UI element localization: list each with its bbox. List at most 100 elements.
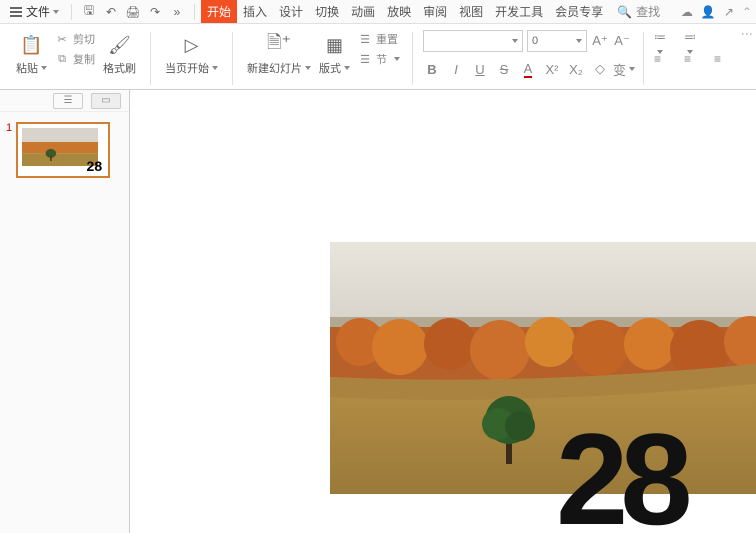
format-painter-label: 格式刷 — [103, 60, 136, 76]
font-color-button[interactable]: A — [519, 60, 537, 78]
search-box[interactable]: 🔍 查找 — [617, 3, 660, 20]
underline-button[interactable]: U — [471, 60, 489, 78]
from-current-button[interactable]: ▷ 当页开始 — [161, 30, 222, 78]
paste-label: 粘贴 — [16, 60, 38, 76]
new-slide-button[interactable]: 🗎⁺ 新建幻灯片 — [243, 30, 315, 78]
tab-start[interactable]: 开始 — [201, 0, 237, 23]
menubar: 文件 🖫 ↶ 🖨 ↷ » 开始 插入 设计 切换 动画 放映 审阅 视图 开发工… — [0, 0, 756, 24]
separator — [194, 4, 195, 20]
chevron-down-icon — [394, 57, 400, 61]
layout-icon: ▦ — [326, 32, 343, 58]
thumbnail-view-toggle[interactable]: ▭ — [91, 93, 121, 109]
chevron-down-icon — [512, 39, 518, 43]
tab-devtools[interactable]: 开发工具 — [489, 0, 549, 23]
ribbon-tabs: 开始 插入 设计 切换 动画 放映 审阅 视图 开发工具 会员专享 — [201, 0, 609, 23]
tab-insert[interactable]: 插入 — [237, 0, 273, 23]
font-name-combo[interactable] — [423, 30, 523, 52]
file-menu-label: 文件 — [26, 3, 50, 20]
change-case-button[interactable]: 变 — [615, 60, 633, 78]
section-button[interactable]: ☰节 — [356, 50, 402, 68]
thumbnail-text: 28 — [87, 158, 103, 174]
chevron-down-icon — [344, 66, 350, 70]
superscript-button[interactable]: X² — [543, 60, 561, 78]
more-quick-icon[interactable]: » — [166, 5, 188, 19]
tab-transition[interactable]: 切换 — [309, 0, 345, 23]
slide-big-number[interactable]: 28 — [556, 414, 685, 533]
chevron-down-icon — [629, 67, 635, 71]
user-icon[interactable]: 👤 — [701, 5, 716, 19]
tab-member[interactable]: 会员专享 — [549, 0, 609, 23]
layout-button[interactable]: ▦ 版式 — [315, 30, 354, 78]
play-icon: ▷ — [185, 32, 199, 58]
separator — [150, 32, 151, 85]
paste-button[interactable]: 📋 粘贴 — [12, 30, 51, 78]
file-menu-button[interactable]: 文件 — [4, 3, 65, 20]
decrease-font-button[interactable]: A⁻ — [613, 32, 631, 50]
outline-view-toggle[interactable]: ☰ — [53, 93, 83, 109]
redo-icon[interactable]: ↷ — [144, 5, 166, 19]
reset-button[interactable]: ☰ 重置 — [356, 30, 402, 48]
chevron-down-icon — [305, 66, 311, 70]
reset-icon: ☰ — [358, 33, 372, 46]
font-group: 0 A⁺ A⁻ B I U S A X² X₂ ◇ 变 — [417, 28, 639, 89]
font-size-value: 0 — [532, 35, 538, 47]
scissors-icon: ✂ — [55, 33, 69, 46]
tab-review[interactable]: 审阅 — [417, 0, 453, 23]
slide-number: 1 — [6, 122, 12, 134]
thumbnail-item[interactable]: 1 28 — [6, 122, 123, 178]
italic-button[interactable]: I — [447, 60, 465, 78]
tab-slideshow[interactable]: 放映 — [381, 0, 417, 23]
separator — [412, 32, 413, 85]
tab-view[interactable]: 视图 — [453, 0, 489, 23]
panel-view-toggles: ☰ ▭ — [0, 90, 129, 112]
copy-label: 复制 — [73, 51, 95, 67]
section-icon: ☰ — [358, 53, 372, 66]
chevron-icon[interactable]: ⌃ — [742, 5, 752, 19]
chevron-down-icon — [41, 66, 47, 70]
font-size-combo[interactable]: 0 — [527, 30, 587, 52]
undo-icon[interactable]: ↶ — [100, 5, 122, 19]
save-icon[interactable]: 🖫 — [78, 1, 100, 22]
layout-label: 版式 — [319, 60, 341, 76]
format-painter-button[interactable]: 🖌 格式刷 — [99, 30, 140, 78]
align-center-button[interactable]: ≡ — [684, 52, 704, 68]
workspace: ☰ ▭ 1 28 — [0, 90, 756, 533]
chevron-down-icon — [53, 10, 59, 14]
slide-canvas[interactable]: 28 — [130, 90, 756, 533]
align-left-button[interactable]: ≡ — [654, 52, 674, 68]
bold-button[interactable]: B — [423, 60, 441, 78]
reset-label: 重置 — [376, 31, 398, 47]
tab-design[interactable]: 设计 — [273, 0, 309, 23]
bullets-button[interactable]: ≔ — [654, 30, 674, 46]
new-slide-icon: 🗎⁺ — [267, 32, 291, 58]
separator — [71, 4, 72, 20]
numbering-button[interactable]: ≕ — [684, 30, 704, 46]
slide-thumbnail[interactable]: 28 — [16, 122, 110, 178]
subscript-button[interactable]: X₂ — [567, 60, 585, 78]
tab-animation[interactable]: 动画 — [345, 0, 381, 23]
ribbon: 📋 粘贴 ✂ 剪切 ⧉复制 🖌 格式刷 ▷ 当页开始 🗎⁺ 新建幻灯片 ▦ 版式 … — [0, 24, 756, 90]
clear-format-button[interactable]: ◇ — [591, 60, 609, 78]
from-current-label: 当页开始 — [165, 60, 209, 76]
ribbon-more-icon[interactable]: ⋮ — [740, 28, 754, 40]
menubar-right: ☁ 👤 ↗ ⌃ — [681, 5, 752, 19]
chevron-down-icon — [212, 66, 218, 70]
cut-button[interactable]: ✂ 剪切 — [53, 30, 97, 48]
separator — [232, 32, 233, 85]
paragraph-group: ≔ ≕ ≡ ≡ ≡ — [648, 28, 740, 89]
align-right-button[interactable]: ≡ — [714, 52, 734, 68]
clipboard-group: 📋 粘贴 ✂ 剪切 ⧉复制 🖌 格式刷 — [6, 28, 146, 89]
thumbnail-list: 1 28 — [0, 112, 129, 533]
print-icon[interactable]: 🖨 — [122, 5, 144, 19]
cut-label: 剪切 — [73, 31, 95, 47]
copy-button[interactable]: ⧉复制 — [53, 50, 97, 68]
newslide-group: 🗎⁺ 新建幻灯片 ▦ 版式 ☰ 重置 ☰节 — [237, 28, 408, 89]
increase-font-button[interactable]: A⁺ — [591, 32, 609, 50]
strike-button[interactable]: S — [495, 60, 513, 78]
brush-icon: 🖌 — [108, 32, 131, 58]
slide-image[interactable] — [330, 242, 756, 494]
chevron-down-icon — [576, 39, 582, 43]
share-icon[interactable]: ↗ — [724, 5, 734, 19]
cloud-icon[interactable]: ☁ — [681, 5, 693, 19]
hamburger-icon — [10, 7, 22, 17]
